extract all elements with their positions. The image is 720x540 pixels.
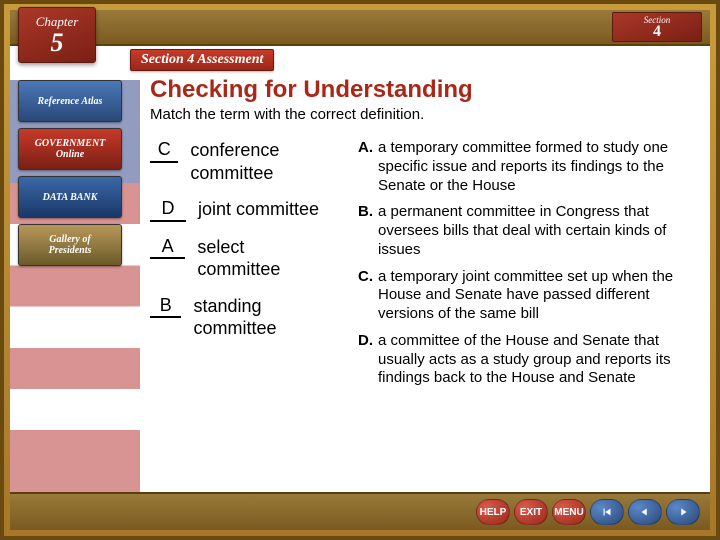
term-text: select committee (197, 236, 330, 281)
content-area: Checking for Understanding Match the ter… (130, 76, 710, 496)
definition-letter: B. (358, 203, 378, 259)
term-text: standing committee (193, 295, 330, 340)
assessment-badge: Section 4 Assessment (130, 49, 274, 71)
first-icon (600, 505, 614, 519)
answer-blank: B (150, 295, 181, 319)
nav-label: MENU (554, 507, 583, 518)
term-text: joint committee (198, 198, 319, 221)
chevron-right-icon (676, 505, 690, 519)
sidebar-label: Gallery of (49, 234, 90, 245)
instructions-text: Match the term with the correct definiti… (150, 106, 698, 123)
qa-row: C conference committee D joint committee… (150, 139, 698, 396)
bottom-nav-bar: HELP EXIT MENU (10, 492, 710, 530)
sidebar-reference-atlas[interactable]: Reference Atlas (18, 80, 122, 122)
definition-item: D. a committee of the House and Senate t… (358, 332, 698, 388)
definition-item: B. a permanent committee in Congress tha… (358, 203, 698, 259)
terms-column: C conference committee D joint committee… (150, 139, 330, 396)
page-heading: Checking for Understanding (150, 76, 698, 104)
sidebar-government-online[interactable]: GOVERNMENT Online (18, 128, 122, 170)
chevron-left-icon (638, 505, 652, 519)
prev-button[interactable] (628, 499, 662, 525)
help-button[interactable]: HELP (476, 499, 510, 525)
assessment-bar: Section 4 Assessment (10, 46, 710, 76)
nav-label: EXIT (520, 507, 542, 518)
sidebar-label: Online (56, 149, 84, 160)
sidebar-gallery-presidents[interactable]: Gallery of Presidents (18, 224, 122, 266)
definition-letter: C. (358, 268, 378, 324)
slide-inner: Chapter 5 Section 4 Section 4 Assessment… (10, 10, 710, 530)
definition-text: a permanent committee in Congress that o… (378, 203, 698, 259)
definition-letter: A. (358, 139, 378, 195)
term-item: A select committee (150, 236, 330, 281)
term-text: conference committee (190, 139, 330, 184)
slide-frame: Chapter 5 Section 4 Section 4 Assessment… (0, 0, 720, 540)
exit-button[interactable]: EXIT (514, 499, 548, 525)
term-item: C conference committee (150, 139, 330, 184)
definition-text: a temporary joint committee set up when … (378, 268, 698, 324)
sidebar-label: DATA BANK (43, 192, 98, 203)
answer-blank: D (150, 198, 186, 222)
term-item: D joint committee (150, 198, 330, 222)
sidebar-data-bank[interactable]: DATA BANK (18, 176, 122, 218)
answer-blank: C (150, 139, 178, 163)
definition-item: A. a temporary committee formed to study… (358, 139, 698, 195)
section-badge-top: Section 4 (612, 12, 702, 42)
section-number: 4 (653, 25, 661, 39)
sidebar: Reference Atlas GOVERNMENT Online DATA B… (10, 76, 130, 496)
answer-blank: A (150, 236, 185, 260)
sidebar-label: GOVERNMENT (35, 138, 106, 149)
next-button[interactable] (666, 499, 700, 525)
term-item: B standing committee (150, 295, 330, 340)
definition-text: a temporary committee formed to study on… (378, 139, 698, 195)
first-button[interactable] (590, 499, 624, 525)
sidebar-label: Presidents (49, 245, 92, 256)
definitions-column: A. a temporary committee formed to study… (358, 139, 698, 396)
definition-letter: D. (358, 332, 378, 388)
sidebar-label: Reference Atlas (38, 96, 103, 107)
main-row: Reference Atlas GOVERNMENT Online DATA B… (10, 76, 710, 496)
definition-text: a committee of the House and Senate that… (378, 332, 698, 388)
nav-label: HELP (480, 507, 507, 518)
top-bar: Chapter 5 Section 4 (10, 10, 710, 46)
definition-item: C. a temporary joint committee set up wh… (358, 268, 698, 324)
menu-button[interactable]: MENU (552, 499, 586, 525)
